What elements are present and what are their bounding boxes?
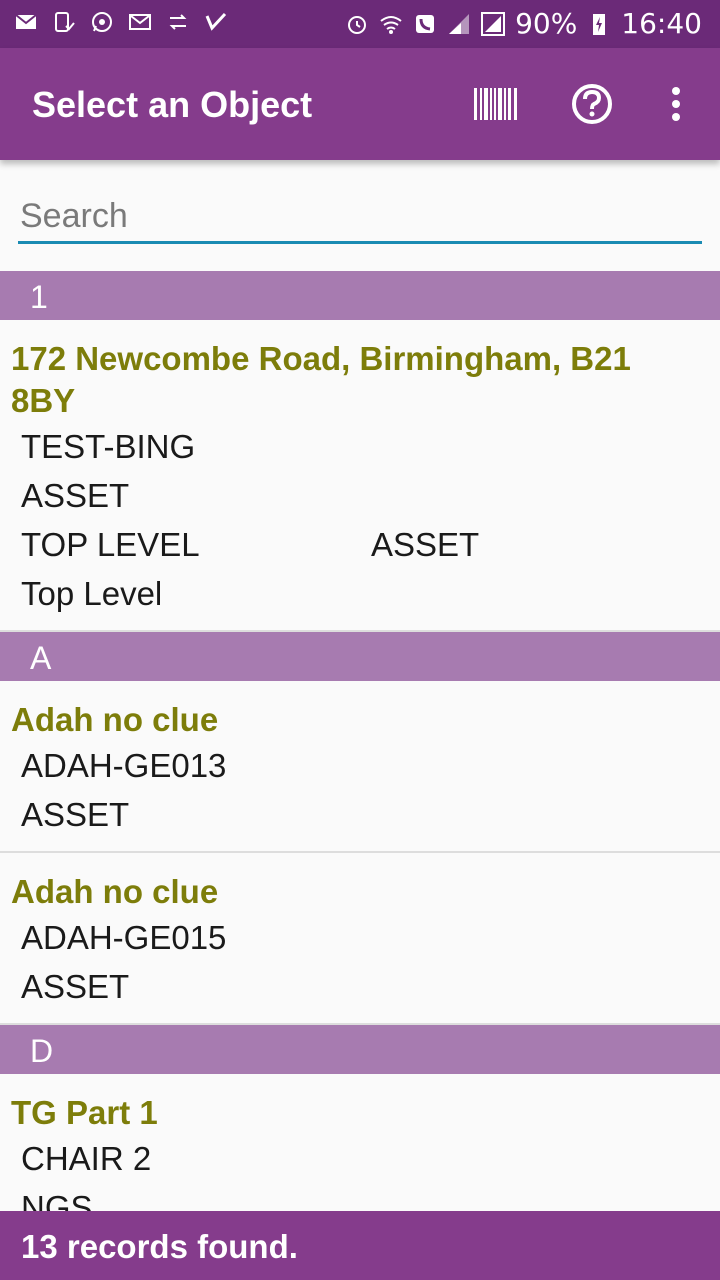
item-title: Adah no clue [11, 701, 219, 738]
item-detail-line: Top Level [0, 569, 720, 618]
wifi-call-icon [380, 16, 402, 34]
system-status: 90% 16:40 [345, 8, 702, 40]
item-detail-text: ASSET [21, 796, 130, 833]
section-header: D [0, 1025, 720, 1074]
search-input[interactable] [18, 192, 702, 244]
help-icon [572, 84, 612, 124]
item-detail-line: ADAH-GE013 [0, 741, 720, 790]
more-options-button[interactable] [652, 80, 700, 128]
app-bar: Select an Object [0, 48, 720, 160]
item-title: TG Part 1 [11, 1094, 158, 1131]
item-detail-line: TOP LEVEL ASSET [0, 520, 720, 569]
clock: 16:40 [621, 7, 702, 40]
whatsapp-icon [92, 12, 112, 32]
phone-check-icon [55, 12, 75, 32]
item-detail-text: ASSET [371, 526, 480, 563]
item-detail-text: ASSET [21, 477, 130, 514]
barcode-scan-button[interactable] [472, 80, 520, 128]
signal-icon [449, 14, 470, 34]
more-vert-icon [672, 87, 680, 121]
alarm-icon [348, 16, 367, 34]
item-detail-text: NGS [21, 1189, 93, 1211]
notification-icons [14, 10, 228, 34]
mail-icon [15, 14, 37, 29]
list-item[interactable]: 172 Newcombe Road, Birmingham, B21 8BY TE… [0, 320, 720, 632]
list-item[interactable]: Adah no clue ADAH-GE015 ASSET [0, 853, 720, 1025]
section-header: A [0, 632, 720, 681]
item-title: 172 Newcombe Road, Birmingham, B21 8BY [11, 340, 631, 419]
signal-icon [481, 12, 506, 36]
item-title: Adah no clue [11, 873, 219, 910]
item-detail-text: TOP LEVEL [21, 526, 200, 563]
battery-percentage: 90% [515, 7, 578, 40]
list-item[interactable]: Adah no clue ADAH-GE013 ASSET [0, 681, 720, 853]
help-button[interactable] [568, 80, 616, 128]
page-title: Select an Object [32, 84, 313, 125]
item-detail-text: Top Level [21, 575, 163, 612]
object-list[interactable]: 1 172 Newcombe Road, Birmingham, B21 8BY T… [0, 271, 720, 1211]
battery-icon [593, 14, 606, 35]
search-container [18, 192, 702, 248]
phone-icon [416, 15, 435, 33]
item-detail-text: ADAH-GE013 [21, 747, 227, 784]
records-count-footer: 13 records found. [0, 1211, 720, 1280]
status-bar: 90% 16:40 [0, 0, 720, 48]
item-detail-text: TEST-BING [21, 428, 196, 465]
list-item[interactable]: TG Part 1 CHAIR 2 NGS [0, 1074, 720, 1211]
item-detail-text: ASSET [21, 968, 130, 1005]
item-detail-text: ADAH-GE015 [21, 919, 227, 956]
item-detail-line: CHAIR 2 [0, 1134, 720, 1183]
item-detail-text: CHAIR 2 [21, 1140, 152, 1177]
item-detail-line: NGS [0, 1183, 720, 1211]
gmail-icon [129, 14, 151, 30]
task-icon [205, 12, 227, 31]
item-detail-line: TEST-BING [0, 422, 720, 471]
transfer-icon [169, 14, 187, 30]
item-detail-line: ASSET [0, 471, 720, 520]
item-detail-line: ASSET [0, 962, 720, 1011]
item-detail-line: ASSET [0, 790, 720, 839]
section-header: 1 [0, 271, 720, 320]
barcode-icon [474, 88, 517, 120]
item-detail-line: ADAH-GE015 [0, 913, 720, 962]
